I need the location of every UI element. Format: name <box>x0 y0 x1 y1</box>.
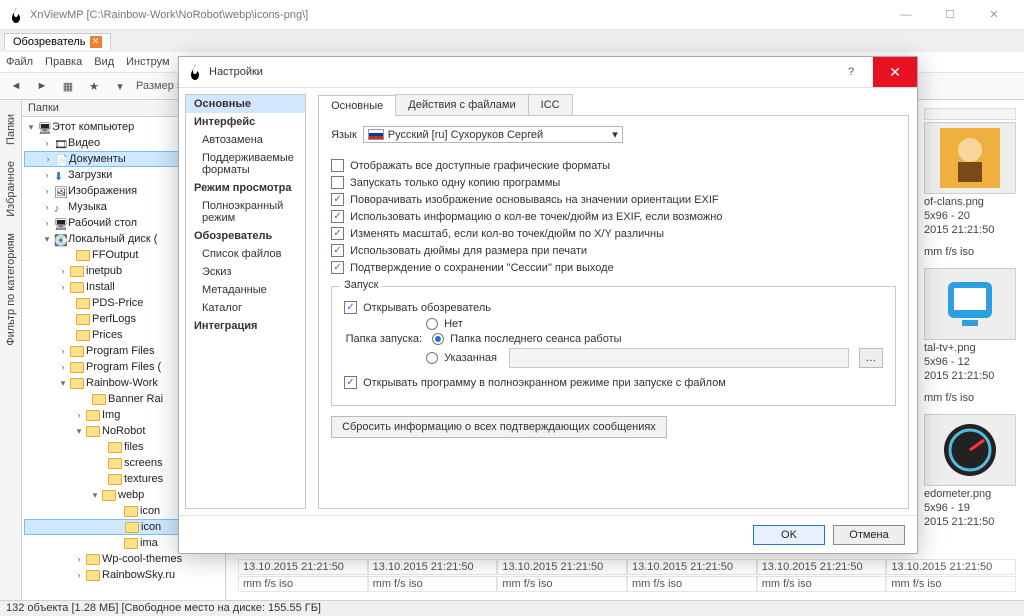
settings-dialog: Настройки ? ✕ Основные Интерфейс Автозам… <box>178 56 918 554</box>
folder-icon <box>76 250 90 261</box>
folder-icon <box>108 474 122 485</box>
maximize-button[interactable]: ☐ <box>928 0 972 30</box>
folder-icon <box>70 266 84 277</box>
browser-tab-label: Обозреватель <box>13 36 86 48</box>
folder-icon <box>92 394 106 405</box>
cat-metadata[interactable]: Метаданные <box>186 281 305 299</box>
downloads-icon: ⬇ <box>54 169 66 181</box>
lang-label: Язык <box>331 129 357 141</box>
dialog-icon <box>187 64 203 80</box>
menu-file[interactable]: Файл <box>6 56 33 68</box>
chk-rotate-exif[interactable]: ✓Поворачивать изображение основываясь на… <box>331 193 896 206</box>
folder-icon <box>108 458 122 469</box>
folder-icon <box>124 538 138 549</box>
cat-sketch[interactable]: Эскиз <box>186 263 305 281</box>
radio-last-session[interactable]: Папка запуска: Папка последнего сеанса р… <box>344 333 883 345</box>
startup-legend: Запуск <box>340 279 382 291</box>
chk-all-formats[interactable]: Отображать все доступные графические фор… <box>331 159 896 172</box>
cat-fullscreen[interactable]: Полноэкранный режим <box>186 197 305 227</box>
dialog-help-button[interactable]: ? <box>829 57 873 87</box>
folder-icon <box>70 346 84 357</box>
folder-icon <box>125 522 139 533</box>
chk-dpi-exif[interactable]: ✓Использовать информацию о кол-ве точек/… <box>331 210 896 223</box>
tab-icc[interactable]: ICC <box>528 94 573 115</box>
chk-session-confirm[interactable]: ✓Подтверждение о сохранении "Сессии" при… <box>331 261 896 274</box>
thumbnail[interactable] <box>924 122 1016 194</box>
cat-interface[interactable]: Интерфейс <box>186 113 305 131</box>
chk-scale-xy[interactable]: ✓Изменять масштаб, если кол-во точек/дюй… <box>331 227 896 240</box>
app-icon <box>8 7 24 23</box>
cat-filelist[interactable]: Список файлов <box>186 245 305 263</box>
browser-tab[interactable]: Обозреватель ✕ <box>4 33 111 50</box>
chk-fullscreen-file[interactable]: ✓Открывать программу в полноэкранном реж… <box>344 376 883 389</box>
cancel-button[interactable]: Отмена <box>833 525 905 545</box>
folder-icon <box>86 554 100 565</box>
tab-fileops[interactable]: Действия с файлами <box>395 94 528 115</box>
star-icon[interactable]: ★ <box>84 76 104 96</box>
dialog-close-button[interactable]: ✕ <box>873 57 917 87</box>
folder-icon <box>70 362 84 373</box>
ok-button[interactable]: OK <box>753 525 825 545</box>
folder-icon <box>70 378 84 389</box>
folder-icon <box>86 570 100 581</box>
sidetab-filter[interactable]: Фильтр по категориям <box>3 225 19 354</box>
folder-icon <box>76 330 90 341</box>
folder-icon <box>86 426 100 437</box>
color-strip[interactable] <box>924 108 1016 120</box>
chevron-down-icon: ▾ <box>612 128 618 141</box>
startup-path-input[interactable] <box>509 348 849 368</box>
window-title: XnViewMP [C:\Rainbow-Work\NoRobot\webp\i… <box>30 9 308 21</box>
sidetab-favorites[interactable]: Избранное <box>3 153 19 225</box>
radio-specified[interactable]: Указанная … <box>426 348 883 368</box>
chk-single-copy[interactable]: Запускать только одну копию программы <box>331 176 896 189</box>
thumbnail[interactable] <box>924 414 1016 486</box>
folder-icon <box>70 282 84 293</box>
status-bar: 132 объекта [1.28 МБ] [Свободное место н… <box>0 600 1024 616</box>
folder-icon <box>86 410 100 421</box>
nav-back-icon[interactable]: ◄ <box>6 76 26 96</box>
grid-icon[interactable]: ▦ <box>58 76 78 96</box>
browse-button[interactable]: … <box>859 348 883 368</box>
music-icon: ♪ <box>54 201 66 213</box>
menu-view[interactable]: Вид <box>94 56 114 68</box>
images-icon: 🖼 <box>54 185 66 197</box>
folder-icon <box>102 490 116 501</box>
minimize-button[interactable]: — <box>884 0 928 30</box>
folder-icon <box>76 314 90 325</box>
close-button[interactable]: ✕ <box>972 0 1016 30</box>
folder-icon <box>108 442 122 453</box>
folder-icon <box>124 506 138 517</box>
video-icon: 🎞 <box>54 137 66 149</box>
reset-confirmations-button[interactable]: Сбросить информацию о всех подтверждающи… <box>331 416 667 438</box>
cat-formats[interactable]: Поддерживаемые форматы <box>186 149 305 179</box>
desktop-icon: 🖥 <box>54 217 66 229</box>
thumbnail[interactable] <box>924 268 1016 340</box>
language-select[interactable]: Русский [ru] Сухоруков Сергей ▾ <box>363 126 623 143</box>
tab-close-icon[interactable]: ✕ <box>90 36 102 48</box>
cat-autoreplace[interactable]: Автозамена <box>186 131 305 149</box>
cat-browser[interactable]: Обозреватель <box>186 227 305 245</box>
dropdown-icon[interactable]: ▾ <box>110 76 130 96</box>
tab-general[interactable]: Основные <box>318 95 396 116</box>
computer-icon: 🖥 <box>38 121 50 133</box>
radio-none[interactable]: Нет <box>426 318 883 330</box>
disk-icon: 💽 <box>54 233 66 245</box>
nav-fwd-icon[interactable]: ► <box>32 76 52 96</box>
menu-tools[interactable]: Инструм <box>126 56 169 68</box>
chk-open-browser[interactable]: ✓Открывать обозреватель <box>344 301 883 314</box>
chk-inches-print[interactable]: ✓Использовать дюймы для размера при печа… <box>331 244 896 257</box>
documents-icon: 📄 <box>55 153 67 165</box>
cat-general[interactable]: Основные <box>186 95 305 113</box>
sidetab-folders[interactable]: Папки <box>3 106 19 153</box>
flag-ru-icon <box>368 129 384 140</box>
menu-edit[interactable]: Правка <box>45 56 82 68</box>
category-list[interactable]: Основные Интерфейс Автозамена Поддержива… <box>185 94 306 509</box>
cat-viewmode[interactable]: Режим просмотра <box>186 179 305 197</box>
dialog-title: Настройки <box>209 66 263 78</box>
folder-icon <box>76 298 90 309</box>
cat-integration[interactable]: Интеграция <box>186 317 305 335</box>
cat-catalog[interactable]: Каталог <box>186 299 305 317</box>
